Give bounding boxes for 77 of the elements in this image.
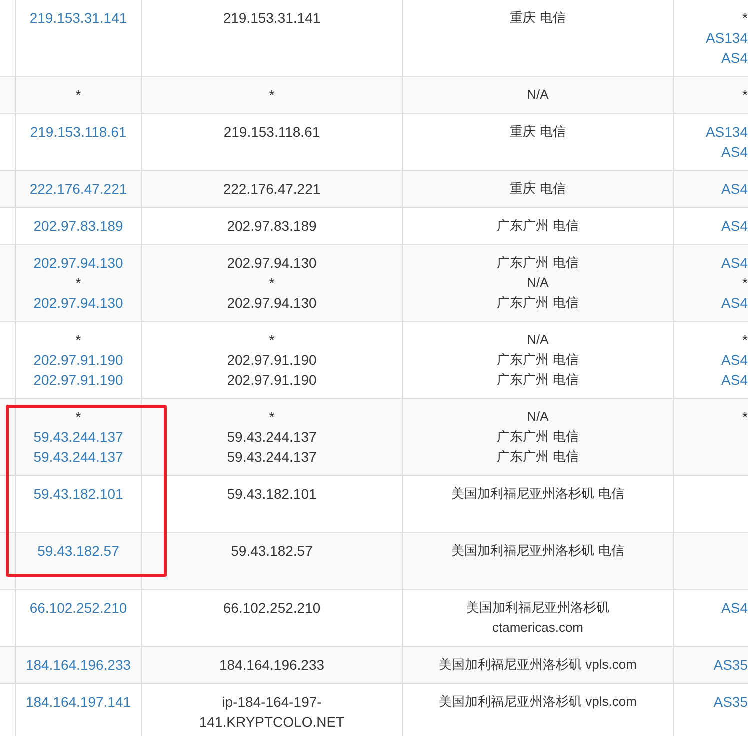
cell-text: 美国加利福尼亚州洛杉矶 电信 [452,542,624,560]
cell-text: 广东广州 电信 [497,217,579,235]
cell-text: 美国加利福尼亚州洛杉矶 电信 [452,485,624,503]
cell-text: 59.43.182.57 [231,542,313,561]
cell-text: 222.176.47.221 [223,180,321,199]
cell-text: 202.97.83.189 [227,217,317,236]
cell-text: 59.43.182.101 [227,485,317,504]
cell-text: * [742,86,748,105]
cell-text: 广东广州 电信 [497,448,579,466]
cell-text: 重庆 电信 [510,9,566,27]
cell-text: 202.97.94.130 [227,294,317,313]
cell-text: 202.97.91.190 [227,351,317,370]
cell-text: 广东广州 电信 [497,371,579,389]
cell-text: 141.KRYPTCOLO.NET [199,713,345,732]
ip-link[interactable]: 202.97.91.190 [34,350,124,370]
cell-text: * [269,408,275,427]
ip-link[interactable]: 59.43.244.137 [34,427,124,447]
cell-text: 广东广州 电信 [497,294,579,312]
cell-text: 59.43.244.137 [227,448,317,467]
ip-link[interactable]: 219.153.31.141 [30,8,128,28]
ip-link[interactable]: 59.43.182.57 [38,541,120,561]
cell-text: 美国加利福尼亚州洛杉矶 [466,599,610,617]
cell-text: 202.97.94.130 [227,254,317,273]
asn-link[interactable]: AS4 [722,293,748,313]
cell-text: 广东广州 电信 [497,428,579,446]
cell-text: 广东广州 电信 [497,254,579,272]
cell-text: * [76,86,82,105]
ip-link[interactable]: 202.97.83.189 [34,216,124,236]
asn-link[interactable]: AS4 [722,598,748,618]
ip-link[interactable]: 202.97.94.130 [34,293,124,313]
asn-link[interactable]: AS134 [706,28,748,48]
ip-link[interactable]: 202.97.91.190 [34,370,124,390]
cell-text: N/A [527,408,549,426]
asn-link[interactable]: AS4 [722,350,748,370]
asn-link[interactable]: AS4 [722,370,748,390]
cell-text: ctamericas.com [492,619,584,637]
cell-text: 重庆 电信 [510,123,566,141]
cell-text: 219.153.31.141 [223,9,321,28]
cell-text: 59.43.244.137 [227,428,317,447]
ip-link[interactable]: 184.164.197.141 [26,692,132,712]
ip-link[interactable]: 59.43.244.137 [34,447,124,467]
asn-link[interactable]: AS4 [722,142,748,162]
asn-link[interactable]: AS35 [714,655,748,675]
ip-link[interactable]: 59.43.182.101 [34,484,124,504]
cell-text: 202.97.91.190 [227,371,317,390]
cell-text: 重庆 电信 [510,180,566,198]
ip-link[interactable]: 219.153.118.61 [30,122,127,142]
cell-text: * [269,274,275,293]
asn-link[interactable]: AS134 [706,122,748,142]
asn-link[interactable]: AS4 [722,253,748,273]
ip-link[interactable]: 222.176.47.221 [30,179,128,199]
asn-link[interactable]: AS4 [722,48,748,68]
cell-text: N/A [527,331,549,349]
cell-text: 66.102.252.210 [223,599,321,618]
cell-text: * [742,408,748,427]
cell-text: 美国加利福尼亚州洛杉矶 vpls.com [439,656,637,674]
cell-text: 219.153.118.61 [224,123,320,142]
asn-link[interactable]: AS35 [714,692,748,712]
cell-text: 184.164.196.233 [219,656,325,675]
cell-text: * [269,86,275,105]
cell-text: * [269,331,275,350]
cell-text: * [742,331,748,350]
asn-link[interactable]: AS4 [722,179,748,199]
cell-text: 美国加利福尼亚州洛杉矶 vpls.com [439,693,637,711]
cell-text: * [742,274,748,293]
cell-text: * [76,331,82,350]
ip-link[interactable]: 66.102.252.210 [30,598,128,618]
asn-link[interactable]: AS4 [722,216,748,236]
ip-link[interactable]: 184.164.196.233 [26,655,132,675]
cell-text: * [742,9,748,28]
cell-text: * [76,274,82,293]
cell-text: * [76,408,82,427]
ip-link[interactable]: 202.97.94.130 [34,253,124,273]
cell-text: N/A [527,274,549,292]
cell-text: N/A [527,86,549,104]
cell-text: 广东广州 电信 [497,351,579,369]
cell-text: ip-184-164-197- [222,693,322,712]
